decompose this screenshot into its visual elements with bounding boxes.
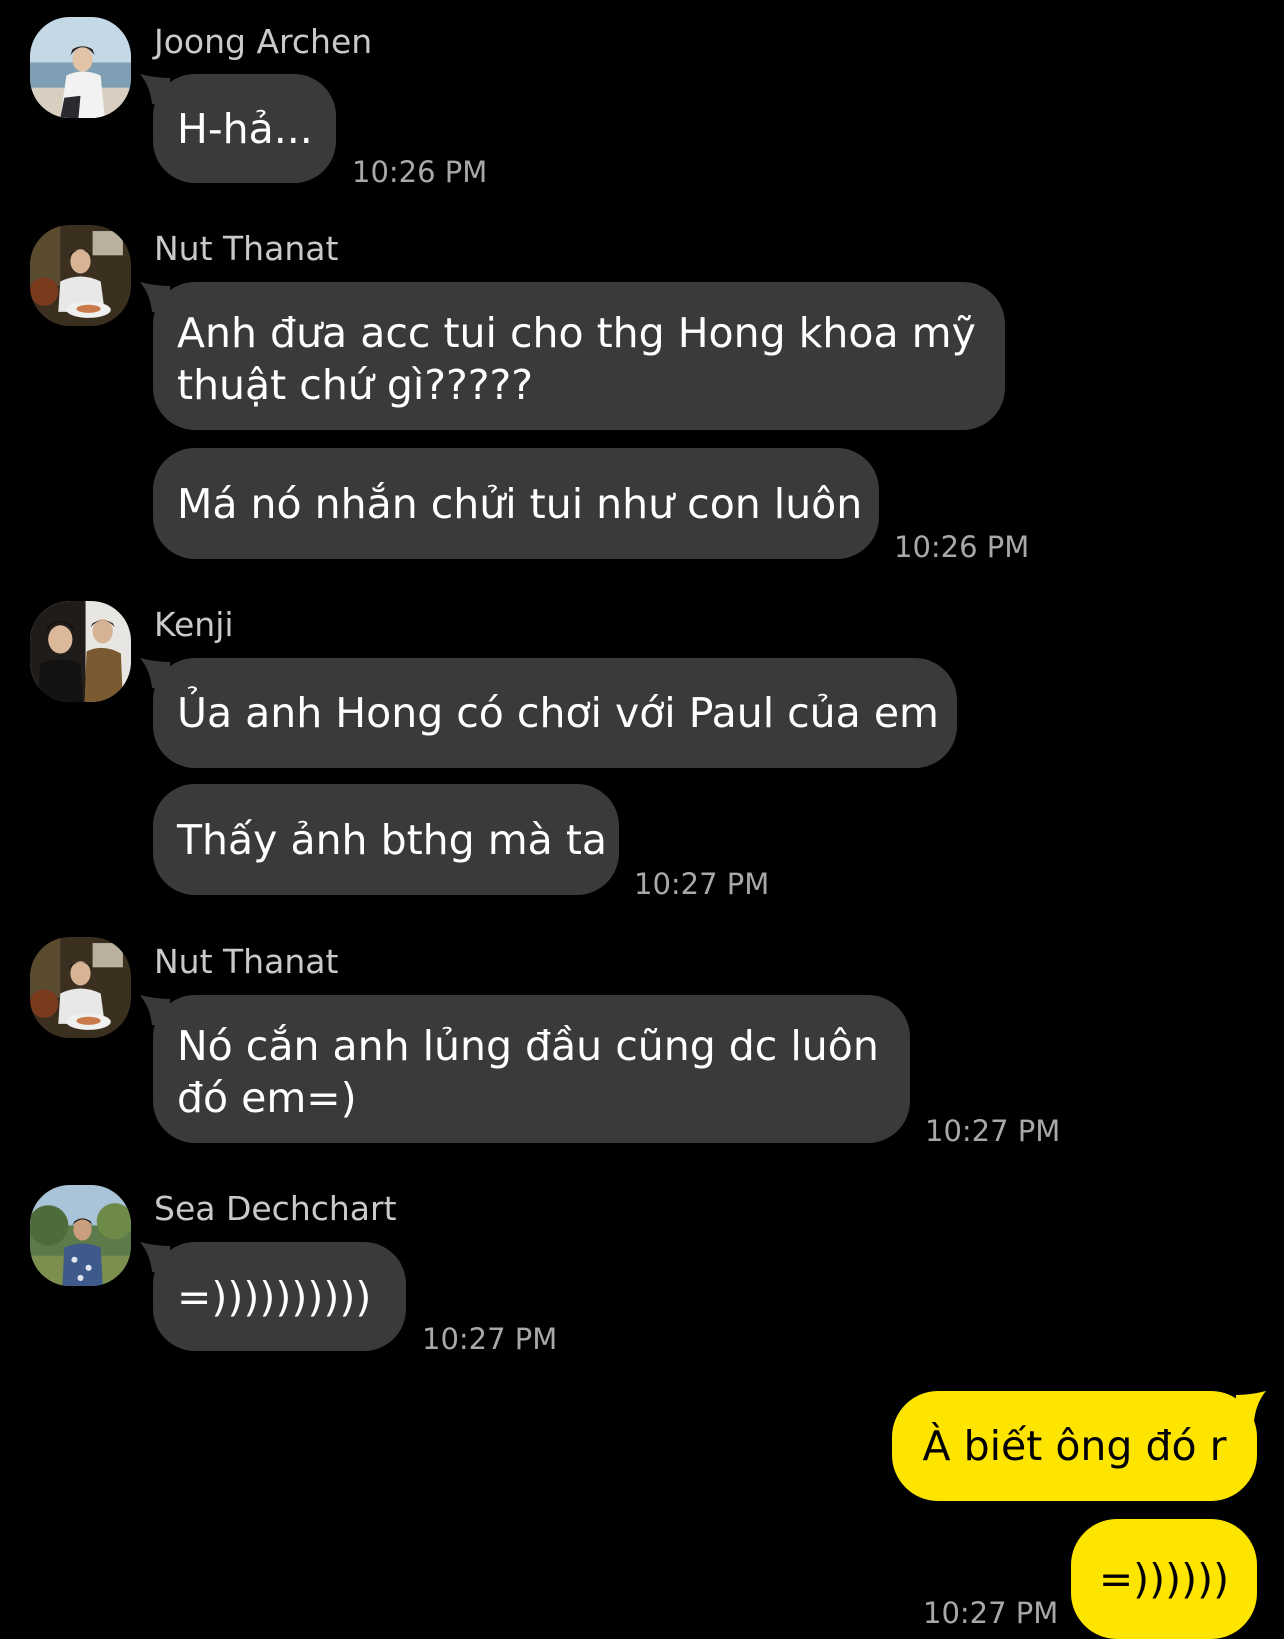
message-bubble[interactable]: Ủa anh Hong có chơi với Paul của em	[153, 658, 957, 768]
kenji-avatar-image	[30, 601, 131, 702]
message-timestamp: 10:26 PM	[352, 155, 488, 189]
kenji-avatar[interactable]	[30, 601, 131, 702]
message-text: Ủa anh Hong có chơi với Paul của em	[177, 689, 939, 737]
message-bubble[interactable]: =))))))))))	[153, 1242, 406, 1351]
message-bubble[interactable]: Nó cắn anh lủng đầu cũng dc luôn đó em=)	[153, 995, 910, 1143]
message-bubble[interactable]: Thấy ảnh bthg mà ta	[153, 784, 619, 895]
nut-thanat-avatar-image	[30, 225, 131, 326]
message-text: Má nó nhắn chửi tui như con luôn	[177, 479, 863, 528]
message-timestamp: 10:27 PM	[422, 1322, 558, 1356]
message-text-line: Anh đưa acc tui cho thg Hong khoa mỹ	[177, 309, 976, 357]
message-text: À biết ông đó r	[922, 1422, 1227, 1470]
joong-archen-avatar[interactable]	[30, 17, 131, 118]
message-text: Thấy ảnh bthg mà ta	[177, 815, 608, 864]
message-text-line: đó em=)	[177, 1074, 357, 1122]
message-bubble[interactable]: H-hả...	[153, 74, 336, 183]
joong-archen-avatar-image	[30, 17, 131, 118]
message-timestamp: 10:27 PM	[923, 1596, 1059, 1630]
nut-thanat-avatar[interactable]	[30, 225, 131, 326]
message-text: =))))))))))	[177, 1272, 372, 1321]
sender-name: Sea Dechchart	[154, 1189, 397, 1228]
message-bubble[interactable]: Má nó nhắn chửi tui như con luôn	[153, 448, 879, 559]
outgoing-message-bubble[interactable]: =))))))	[1071, 1519, 1257, 1639]
sender-name: Nut Thanat	[154, 229, 339, 268]
message-timestamp: 10:26 PM	[894, 530, 1030, 564]
nut-thanat-avatar-image	[30, 937, 131, 1038]
message-bubble[interactable]: Anh đưa acc tui cho thg Hong khoa mỹ thu…	[153, 282, 1005, 430]
message-text: =))))))	[1098, 1555, 1230, 1603]
message-text-line: Nó cắn anh lủng đầu cũng dc luôn	[177, 1022, 879, 1070]
sea-dechchart-avatar[interactable]	[30, 1185, 131, 1286]
sender-name: Nut Thanat	[154, 942, 339, 981]
sender-name: Joong Archen	[154, 22, 373, 61]
outgoing-message-bubble[interactable]: À biết ông đó r	[892, 1391, 1257, 1501]
message-text-line: thuật chứ gì?????	[177, 361, 534, 409]
sender-name: Kenji	[154, 605, 234, 644]
sea-dechchart-avatar-image	[30, 1185, 131, 1286]
message-timestamp: 10:27 PM	[634, 867, 770, 901]
message-text: H-hả...	[177, 104, 313, 153]
message-timestamp: 10:27 PM	[925, 1114, 1061, 1148]
nut-thanat-avatar[interactable]	[30, 937, 131, 1038]
chat-message-list[interactable]: Joong Archen H-hả... 10:26 PM Nut Thanat…	[0, 0, 1284, 1639]
